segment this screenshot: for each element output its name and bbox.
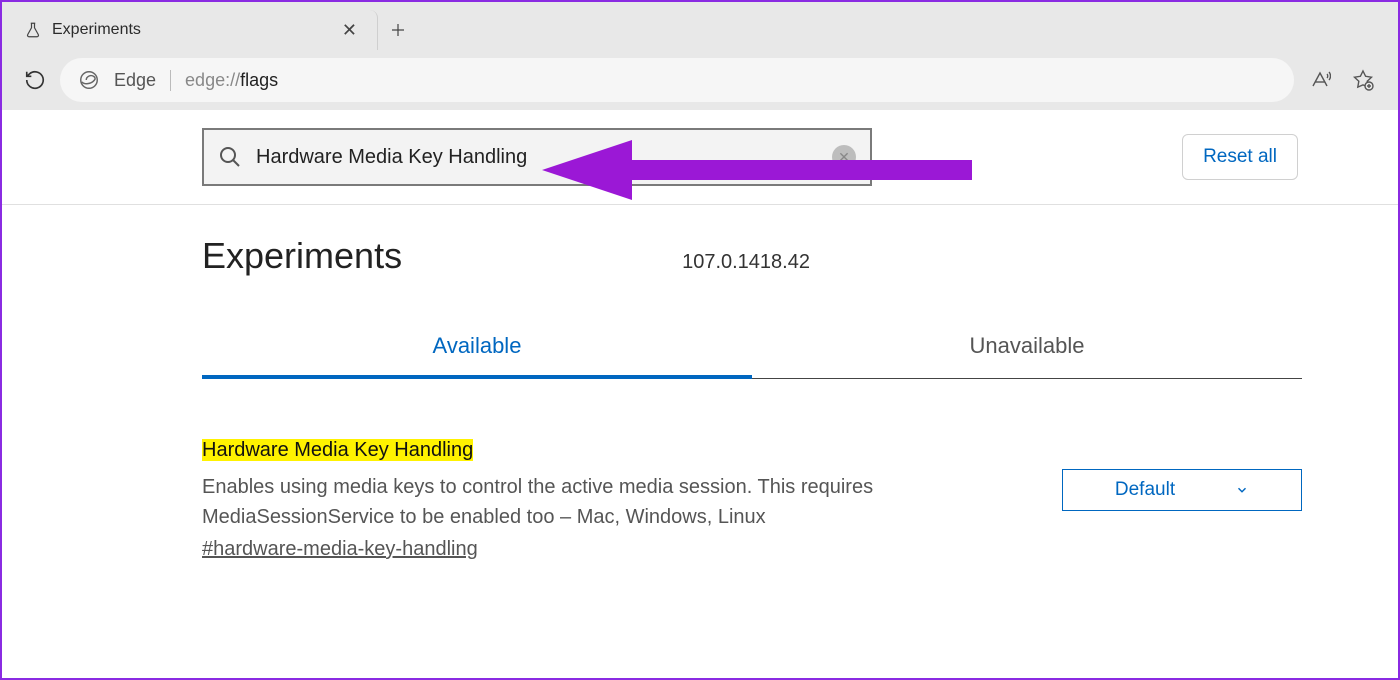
page-content: ✕ Reset all Experiments 107.0.1418.42 Av… bbox=[2, 110, 1398, 561]
address-bar[interactable]: Edge edge://flags bbox=[60, 58, 1294, 102]
new-tab-button[interactable] bbox=[378, 10, 418, 50]
read-aloud-icon[interactable] bbox=[1302, 63, 1336, 97]
page-title: Experiments bbox=[202, 235, 402, 277]
reload-button[interactable] bbox=[20, 65, 50, 95]
tab-title: Experiments bbox=[52, 21, 326, 39]
search-box[interactable]: ✕ bbox=[202, 128, 872, 186]
tab-available[interactable]: Available bbox=[202, 317, 752, 379]
reset-all-button[interactable]: Reset all bbox=[1182, 134, 1298, 180]
flask-icon bbox=[24, 21, 42, 39]
version-label: 107.0.1418.42 bbox=[682, 251, 810, 274]
browser-chrome: Experiments ✕ Edge edge://flags bbox=[2, 2, 1398, 110]
clear-search-icon[interactable]: ✕ bbox=[832, 145, 856, 169]
browser-tab[interactable]: Experiments ✕ bbox=[8, 10, 378, 50]
main-content: Experiments 107.0.1418.42 Available Unav… bbox=[202, 205, 1302, 561]
flag-description: Enables using media keys to control the … bbox=[202, 472, 902, 532]
tabs: Available Unavailable bbox=[202, 317, 1302, 379]
edge-logo-icon bbox=[78, 69, 100, 91]
omnibox-source-label: Edge bbox=[114, 70, 171, 91]
search-row: ✕ Reset all bbox=[2, 110, 1398, 205]
omnibox-url: edge://flags bbox=[185, 70, 278, 91]
browser-toolbar: Edge edge://flags bbox=[2, 50, 1398, 110]
close-tab-icon[interactable]: ✕ bbox=[336, 18, 363, 43]
chevron-down-icon bbox=[1235, 483, 1249, 497]
flag-anchor-link[interactable]: #hardware-media-key-handling bbox=[202, 538, 478, 561]
toolbar-actions bbox=[1302, 63, 1380, 97]
flag-state-select[interactable]: Default bbox=[1062, 469, 1302, 511]
flag-item: Hardware Media Key Handling Enables usin… bbox=[202, 439, 1302, 561]
flag-title: Hardware Media Key Handling bbox=[202, 439, 473, 461]
search-icon bbox=[218, 145, 242, 169]
tab-strip: Experiments ✕ bbox=[2, 2, 1398, 50]
favorites-icon[interactable] bbox=[1346, 63, 1380, 97]
search-input[interactable] bbox=[256, 146, 818, 169]
flag-select-value: Default bbox=[1115, 479, 1175, 501]
tab-unavailable[interactable]: Unavailable bbox=[752, 317, 1302, 378]
